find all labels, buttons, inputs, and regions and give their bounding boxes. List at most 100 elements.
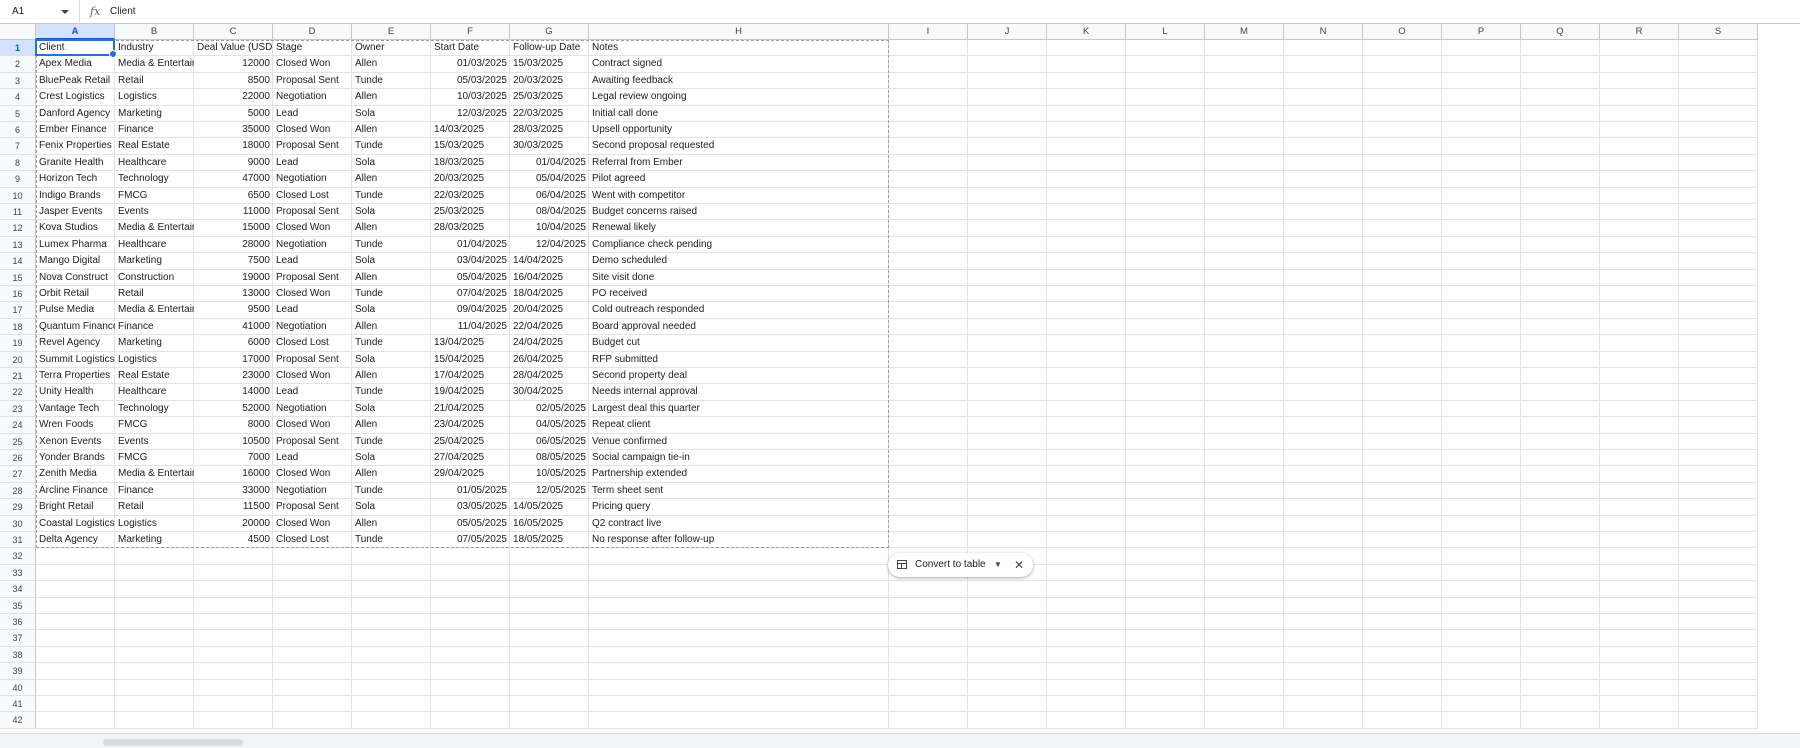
cell-e30[interactable]: Allen (352, 516, 431, 532)
cell-c12[interactable]: 15000 (194, 220, 273, 236)
cell-g16[interactable]: 18/04/2025 (510, 286, 589, 302)
cell-d21[interactable]: Closed Won (273, 368, 352, 384)
row-header-40[interactable]: 40 (0, 679, 36, 696)
cell-d10[interactable]: Closed Lost (273, 188, 352, 204)
cell-b28[interactable]: Finance (115, 483, 194, 499)
cell-g14[interactable]: 14/04/2025 (510, 253, 589, 269)
cell-e27[interactable]: Allen (352, 466, 431, 482)
cell-h22[interactable]: Needs internal approval (589, 384, 889, 400)
cell-h29[interactable]: Pricing query (589, 499, 889, 515)
cell-g7[interactable]: 30/03/2025 (510, 138, 589, 154)
cell-a28[interactable]: Arcline Finance (36, 483, 115, 499)
cell-b16[interactable]: Retail (115, 286, 194, 302)
cell-g11[interactable]: 08/04/2025 (510, 204, 589, 220)
cell-g13[interactable]: 12/04/2025 (510, 237, 589, 253)
cell-b3[interactable]: Retail (115, 73, 194, 89)
cell-c4[interactable]: 22000 (194, 89, 273, 105)
cell-d23[interactable]: Negotiation (273, 401, 352, 417)
cell-d5[interactable]: Lead (273, 106, 352, 122)
cell-b19[interactable]: Marketing (115, 335, 194, 351)
cell-f21[interactable]: 17/04/2025 (431, 368, 510, 384)
cell-c18[interactable]: 41000 (194, 319, 273, 335)
cell-h26[interactable]: Social campaign tie-in (589, 450, 889, 466)
row-header-6[interactable]: 6 (0, 122, 36, 139)
cell-c2[interactable]: 12000 (194, 56, 273, 72)
cell-b11[interactable]: Events (115, 204, 194, 220)
cell-g25[interactable]: 06/05/2025 (510, 434, 589, 450)
row-header-19[interactable]: 19 (0, 335, 36, 352)
column-header-s[interactable]: S (1679, 24, 1758, 40)
cell-e6[interactable]: Allen (352, 122, 431, 138)
cell-f14[interactable]: 03/04/2025 (431, 253, 510, 269)
row-header-30[interactable]: 30 (0, 515, 36, 532)
cell-c7[interactable]: 18000 (194, 138, 273, 154)
cell-d7[interactable]: Proposal Sent (273, 138, 352, 154)
cell-d1[interactable]: Stage (273, 40, 352, 56)
cell-c29[interactable]: 11500 (194, 499, 273, 515)
cell-f26[interactable]: 27/04/2025 (431, 450, 510, 466)
cell-h30[interactable]: Q2 contract live (589, 516, 889, 532)
close-icon[interactable]: ✕ (1014, 553, 1024, 577)
cell-e2[interactable]: Allen (352, 56, 431, 72)
row-header-29[interactable]: 29 (0, 499, 36, 516)
row-header-36[interactable]: 36 (0, 614, 36, 631)
row-header-12[interactable]: 12 (0, 220, 36, 237)
row-header-26[interactable]: 26 (0, 450, 36, 467)
column-header-a[interactable]: A (36, 24, 115, 40)
column-header-p[interactable]: P (1442, 24, 1521, 40)
row-header-17[interactable]: 17 (0, 302, 36, 319)
cell-a22[interactable]: Unity Health (36, 384, 115, 400)
cell-h31[interactable]: No response after follow-up (589, 532, 889, 548)
cell-f4[interactable]: 10/03/2025 (431, 89, 510, 105)
row-header-35[interactable]: 35 (0, 597, 36, 614)
row-header-14[interactable]: 14 (0, 253, 36, 270)
row-header-28[interactable]: 28 (0, 482, 36, 500)
row-header-24[interactable]: 24 (0, 417, 36, 434)
cell-h21[interactable]: Second property deal (589, 368, 889, 384)
cell-e1[interactable]: Owner (352, 40, 431, 56)
column-header-m[interactable]: M (1205, 24, 1284, 40)
cell-h10[interactable]: Went with competitor (589, 188, 889, 204)
cell-d12[interactable]: Closed Won (273, 220, 352, 236)
chevron-down-icon[interactable]: ▼ (994, 553, 1002, 577)
cell-h8[interactable]: Referral from Ember (589, 155, 889, 171)
row-header-31[interactable]: 31 (0, 532, 36, 549)
cell-h17[interactable]: Cold outreach responded (589, 302, 889, 318)
cell-a14[interactable]: Mango Digital (36, 253, 115, 269)
cell-d20[interactable]: Proposal Sent (273, 352, 352, 368)
column-header-r[interactable]: R (1600, 24, 1679, 40)
cell-d19[interactable]: Closed Lost (273, 335, 352, 351)
cell-h1[interactable]: Notes (589, 40, 889, 56)
cell-e17[interactable]: Sola (352, 302, 431, 318)
cell-d14[interactable]: Lead (273, 253, 352, 269)
cell-h16[interactable]: PO received (589, 286, 889, 302)
name-box-dropdown-icon[interactable] (61, 10, 69, 14)
cell-d28[interactable]: Negotiation (273, 483, 352, 499)
cell-c25[interactable]: 10500 (194, 434, 273, 450)
cell-c28[interactable]: 33000 (194, 483, 273, 499)
cell-b23[interactable]: Technology (115, 401, 194, 417)
cell-a17[interactable]: Pulse Media (36, 302, 115, 318)
cell-e12[interactable]: Allen (352, 220, 431, 236)
cell-c23[interactable]: 52000 (194, 401, 273, 417)
cell-a29[interactable]: Bright Retail (36, 499, 115, 515)
cell-d2[interactable]: Closed Won (273, 56, 352, 72)
cell-e13[interactable]: Tunde (352, 237, 431, 253)
cell-a20[interactable]: Summit Logistics (36, 352, 115, 368)
cell-f22[interactable]: 19/04/2025 (431, 384, 510, 400)
cell-g19[interactable]: 24/04/2025 (510, 335, 589, 351)
cell-d13[interactable]: Negotiation (273, 237, 352, 253)
cell-c13[interactable]: 28000 (194, 237, 273, 253)
cell-b24[interactable]: FMCG (115, 417, 194, 433)
cell-c26[interactable]: 7000 (194, 450, 273, 466)
cell-h5[interactable]: Initial call done (589, 106, 889, 122)
cell-f13[interactable]: 01/04/2025 (431, 237, 510, 253)
cell-h28[interactable]: Term sheet sent (589, 483, 889, 499)
cell-f3[interactable]: 05/03/2025 (431, 73, 510, 89)
cell-a21[interactable]: Terra Properties (36, 368, 115, 384)
cell-b2[interactable]: Media & Entertainment (115, 56, 194, 72)
cell-c27[interactable]: 16000 (194, 466, 273, 482)
row-header-4[interactable]: 4 (0, 89, 36, 106)
row-header-10[interactable]: 10 (0, 187, 36, 204)
row-header-22[interactable]: 22 (0, 384, 36, 401)
